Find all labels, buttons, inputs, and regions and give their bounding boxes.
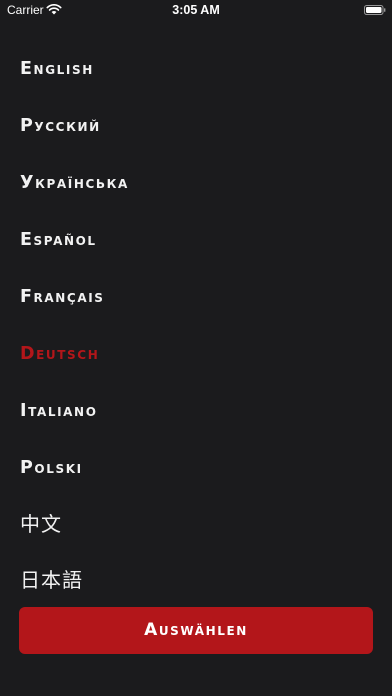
status-time: 3:05 AM xyxy=(172,3,220,17)
language-item-ukrainian[interactable]: Українська xyxy=(20,155,129,212)
language-item-english[interactable]: English xyxy=(20,41,94,98)
language-item-italian[interactable]: Italiano xyxy=(20,383,98,440)
language-item-french[interactable]: Français xyxy=(20,269,105,326)
language-item-german[interactable]: Deutsch xyxy=(20,326,99,383)
status-bar: Carrier 3:05 AM xyxy=(0,0,392,22)
language-item-japanese[interactable]: 日本語 xyxy=(20,552,83,589)
language-item-russian[interactable]: Русский xyxy=(20,98,101,155)
battery-icon xyxy=(364,5,386,15)
language-item-chinese[interactable]: 中文 xyxy=(20,496,62,553)
language-item-polish[interactable]: Polski xyxy=(20,440,83,497)
language-item-spanish[interactable]: Español xyxy=(20,212,97,269)
select-language-button[interactable]: Auswählen xyxy=(19,607,373,654)
language-list[interactable]: English Русский Українська Español Franç… xyxy=(0,41,392,589)
